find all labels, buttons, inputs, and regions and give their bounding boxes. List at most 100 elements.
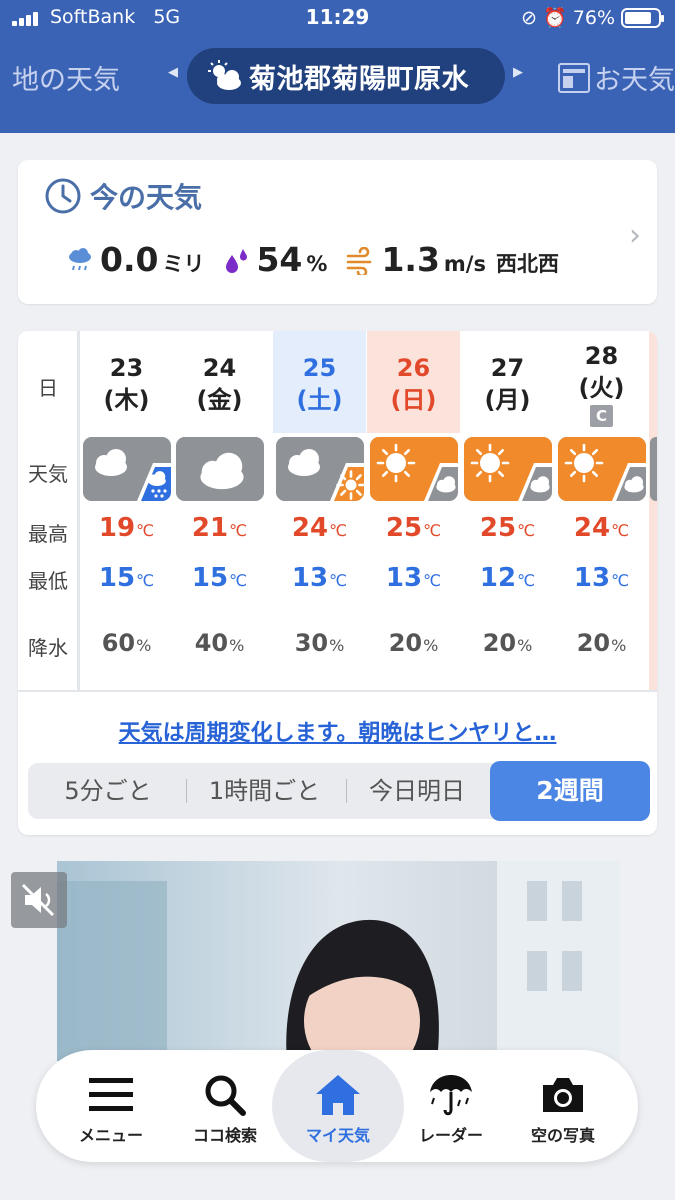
next-arrow-icon[interactable]: ▶ [513, 65, 523, 80]
wind-direction: 西北西 [495, 252, 559, 276]
high-temp: 25℃ [367, 513, 460, 543]
next-tab-label: お天気 [594, 65, 675, 96]
high-temp-unit: ℃ [517, 521, 536, 540]
rain-chance: 20% [461, 629, 554, 657]
nav-my-weather[interactable]: マイ天気 [272, 1050, 404, 1162]
forecast-day-column[interactable]: 26 (日) 25℃ 13 ℃ 20% [367, 331, 460, 691]
rain-chance-value: 30 [294, 629, 329, 657]
rain-chance-unit: % [136, 636, 152, 655]
rain-chance: 20% [555, 629, 648, 657]
orientation-lock-icon: ⊘ [521, 6, 538, 29]
day-of-week: (土) [296, 386, 343, 415]
low-temp-value: 13 [291, 563, 329, 593]
rain-chance-unit: % [229, 636, 245, 655]
day-date: 24 (金) [173, 352, 266, 417]
low-temp: 13℃ [273, 563, 366, 593]
forecast-day-column[interactable]: 27 (月) 25℃ 12℃ 20% [461, 331, 554, 691]
high-temp-unit: ℃ [611, 521, 630, 540]
day-of-week: (木) [103, 386, 150, 415]
row-labels: 日 天気 最高 最低 降水 [18, 331, 80, 691]
nav-my-weather-label: マイ天気 [305, 1126, 370, 1145]
nav-sky-photo[interactable]: 空の写真 [504, 1050, 622, 1162]
precip-unit: ミリ [162, 252, 205, 276]
tab-today-tomorrow[interactable]: 今日明日 [353, 763, 481, 819]
high-temp-value: 24 [291, 513, 329, 543]
nav-search-label: ココ検索 [192, 1126, 257, 1145]
current-weather-card[interactable]: 今の天気 0.0 ミリ 54 % 1.3 m/s 西北西 › [18, 160, 657, 304]
forecast-day-column[interactable]: 24 (金) 21℃ 15℃ 40% [173, 331, 266, 691]
nav-sky-photo-label: 空の写真 [530, 1126, 595, 1145]
prev-arrow-icon[interactable]: ◀ [168, 65, 178, 80]
high-temp-value: 25 [479, 513, 517, 543]
high-temp-unit: ℃ [329, 521, 348, 540]
wind-value: 1.3 [381, 240, 440, 279]
date-number: 27 [490, 354, 525, 382]
next-tab[interactable]: お天気 [558, 58, 675, 97]
day-date: 27 (月) [461, 352, 554, 417]
day-date: 26 (日) [367, 352, 460, 417]
high-temp: 24℃ [273, 513, 366, 543]
low-temp-value: 13 [573, 563, 611, 593]
rain-chance: 40% [173, 629, 266, 657]
tab-separator [346, 779, 347, 803]
current-readings: 0.0 ミリ 54 % 1.3 m/s 西北西 [66, 240, 577, 279]
confidence-badge: C [590, 405, 613, 427]
ad-video-frame [57, 861, 620, 1061]
forecast-day-column[interactable]: 25 (土) 24℃ 13℃ 30% [273, 331, 366, 691]
low-temp: 15℃ [173, 563, 266, 593]
high-temp-unit: ℃ [423, 521, 442, 540]
humidity-value: 54 [256, 240, 303, 279]
wind-unit: m/s [443, 252, 486, 276]
label-weather: 天気 [28, 462, 68, 486]
rain-chance-value: 20 [576, 629, 611, 657]
nav-search[interactable]: ココ検索 [166, 1050, 284, 1162]
high-temp-unit: ℃ [136, 521, 155, 540]
low-temp: 13℃ [555, 563, 648, 593]
tab-5min[interactable]: 5分ごと [38, 763, 178, 819]
video-ad[interactable] [57, 861, 620, 1061]
rain-chance-unit: % [611, 636, 627, 655]
low-temp-value: 15 [191, 563, 229, 593]
current-location-pill[interactable]: 菊池郡菊陽町原水 [187, 48, 505, 104]
divider [18, 690, 657, 692]
high-temp-unit: ℃ [229, 521, 248, 540]
rain-chance: 60% [80, 629, 173, 657]
alarm-icon: ⏰ [543, 7, 567, 29]
speaker-muted-icon [21, 883, 55, 917]
current-weather-title: 今の天気 [44, 176, 202, 216]
location-name: 菊池郡菊陽町原水 [249, 63, 469, 95]
forecast-comment-link[interactable]: 天気は周期変化します。朝晩はヒンヤリと… [18, 715, 657, 747]
tab-separator [186, 779, 187, 803]
rain-chance-value: 40 [194, 629, 229, 657]
low-temp: 12℃ [461, 563, 554, 593]
low-temp-unit: ℃ [611, 571, 630, 590]
low-temp-value: 13 [385, 563, 423, 593]
day-of-week: (月) [484, 386, 531, 415]
humidity-drops-icon [222, 247, 250, 279]
bottom-nav: メニュー ココ検索 マイ天気 レーダー 空の写真 [36, 1050, 638, 1162]
date-number: 24 [202, 354, 237, 382]
day-of-week: (日) [390, 386, 437, 415]
tab-2weeks[interactable]: 2週間 [490, 761, 650, 821]
prev-tab[interactable]: 地の天気 [12, 58, 120, 97]
status-right: ⊘ ⏰ 76% [521, 6, 664, 29]
rain-chance-value: 20 [482, 629, 517, 657]
label-low: 最低 [28, 569, 68, 593]
app-header: SoftBank 5G 11:29 ⊘ ⏰ 76% 地の天気 ◀ 菊池郡菊陽町原… [0, 0, 675, 133]
tab-hourly[interactable]: 1時間ごと [192, 763, 337, 819]
date-number: 25 [302, 354, 337, 382]
chevron-right-icon[interactable]: › [629, 218, 641, 253]
nav-radar[interactable]: レーダー [392, 1050, 510, 1162]
mute-button[interactable] [11, 872, 67, 928]
nav-menu[interactable]: メニュー [52, 1050, 170, 1162]
camera-icon [543, 1078, 583, 1112]
rain-chance-unit: % [329, 636, 345, 655]
rain-chance: 20% [367, 629, 460, 657]
forecast-day-column[interactable]: 23 (木) 19℃ 15℃ 60% [80, 331, 173, 691]
high-temp: 25℃ [461, 513, 554, 543]
date-number: 26 [396, 354, 431, 382]
forecast-day-column[interactable]: 28 (火) C 24℃ 13℃ 20% [555, 331, 648, 691]
label-high: 最高 [28, 522, 68, 546]
menu-icon [89, 1078, 133, 1111]
date-number: 28 [584, 342, 619, 370]
